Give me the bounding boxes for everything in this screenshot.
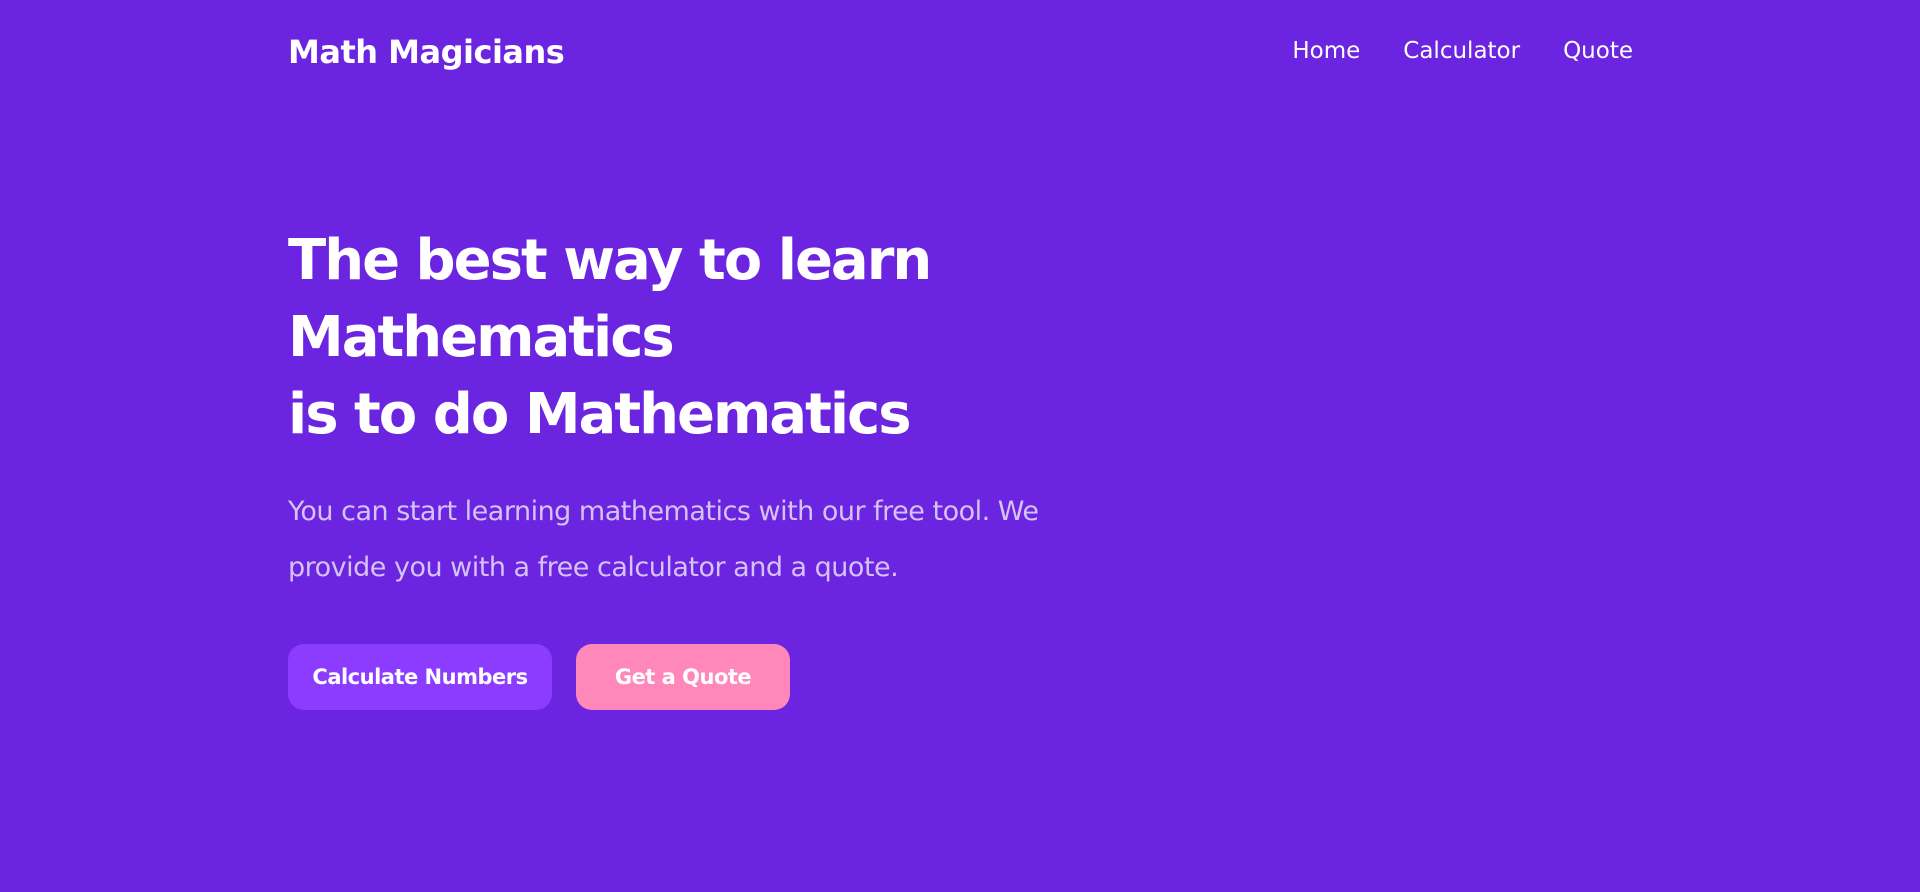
main-nav: Home Calculator Quote xyxy=(1292,36,1633,66)
hero-title: The best way to learn Mathematics is to … xyxy=(288,222,1228,453)
hero-title-line-1: The best way to learn Mathematics xyxy=(288,228,932,370)
site-header: Math Magicians Home Calculator Quote xyxy=(288,0,1633,104)
brand-logo-text[interactable]: Math Magicians xyxy=(288,30,565,74)
get-a-quote-button[interactable]: Get a Quote xyxy=(576,644,790,710)
calculate-numbers-button[interactable]: Calculate Numbers xyxy=(288,644,552,710)
cta-buttons: Calculate Numbers Get a Quote xyxy=(288,644,1228,710)
nav-link-home[interactable]: Home xyxy=(1292,36,1360,66)
nav-link-calculator[interactable]: Calculator xyxy=(1403,36,1520,66)
hero-subtitle: You can start learning mathematics with … xyxy=(288,496,1039,583)
nav-link-quote[interactable]: Quote xyxy=(1563,36,1633,66)
hero-title-line-2: is to do Mathematics xyxy=(288,382,912,447)
hero-section: The best way to learn Mathematics is to … xyxy=(288,222,1228,710)
